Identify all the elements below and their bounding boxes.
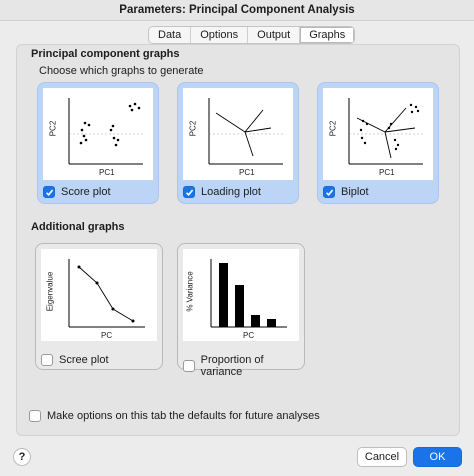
scree-plot-label: Scree plot xyxy=(59,354,109,366)
score-plot-card[interactable]: PC2 PC1 Score plot xyxy=(37,82,159,204)
biplot-thumbnail: PC2 PC1 xyxy=(323,88,433,180)
tab-options[interactable]: Options xyxy=(191,27,249,43)
scree-plot-thumbnail: Eigenvalue PC xyxy=(41,249,157,341)
loading-plot-label: Loading plot xyxy=(201,186,261,198)
biplot-xlabel: PC1 xyxy=(379,168,395,177)
checkmark-icon xyxy=(185,188,193,196)
scree-plot-checkbox[interactable] xyxy=(41,354,53,366)
proportion-variance-thumbnail: % Variance PC xyxy=(183,249,299,341)
biplot-card[interactable]: PC2 PC1 Biplot xyxy=(317,82,439,204)
tab-graphs[interactable]: Graphs xyxy=(300,27,355,43)
scree-plot-xlabel: PC xyxy=(101,331,113,340)
checkmark-icon xyxy=(45,188,53,196)
scree-plot-card[interactable]: Eigenvalue PC Scree plot xyxy=(35,243,163,370)
defaults-checkbox[interactable] xyxy=(29,410,41,422)
biplot-ylabel: PC2 xyxy=(328,120,338,137)
cancel-button[interactable]: Cancel xyxy=(357,447,407,467)
biplot-label: Biplot xyxy=(341,186,369,198)
proportion-variance-label: Proportion of variance xyxy=(200,354,264,378)
score-plot-checkbox[interactable] xyxy=(43,186,55,198)
dialog-footer: ? Cancel OK xyxy=(0,436,474,476)
score-plot-ylabel: PC2 xyxy=(48,120,58,137)
loading-plot-thumbnail: PC2 PC1 xyxy=(183,88,293,180)
proportion-variance-card[interactable]: % Variance PC Proportion of variance xyxy=(177,243,305,378)
proportion-variance-ylabel: % Variance xyxy=(185,271,195,312)
biplot-checkbox[interactable] xyxy=(323,186,335,198)
help-button[interactable]: ? xyxy=(13,448,31,466)
score-plot-thumbnail: PC2 PC1 xyxy=(43,88,153,180)
pca-graphs-subtitle: Choose which graphs to generate xyxy=(39,65,204,77)
scree-plot-ylabel: Eigenvalue xyxy=(45,271,55,312)
pca-graphs-heading: Principal component graphs xyxy=(31,48,180,60)
loading-plot-xlabel: PC1 xyxy=(239,168,255,177)
window-title: Parameters: Principal Component Analysis xyxy=(0,0,474,21)
defaults-option[interactable]: Make options on this tab the defaults fo… xyxy=(29,410,320,422)
loading-plot-card[interactable]: PC2 PC1 Loading plot xyxy=(177,82,299,204)
tab-bar: Data Options Output Graphs xyxy=(148,26,356,44)
additional-graphs-heading: Additional graphs xyxy=(31,221,125,233)
checkmark-icon xyxy=(325,188,333,196)
tab-output[interactable]: Output xyxy=(248,27,301,43)
loading-plot-ylabel: PC2 xyxy=(188,120,198,137)
proportion-variance-checkbox[interactable] xyxy=(183,360,195,372)
score-plot-label: Score plot xyxy=(61,186,111,198)
score-plot-xlabel: PC1 xyxy=(99,168,115,177)
loading-plot-checkbox[interactable] xyxy=(183,186,195,198)
proportion-variance-xlabel: PC xyxy=(243,331,255,340)
defaults-label: Make options on this tab the defaults fo… xyxy=(47,410,320,422)
ok-button[interactable]: OK xyxy=(413,447,462,467)
tab-data[interactable]: Data xyxy=(149,27,192,43)
